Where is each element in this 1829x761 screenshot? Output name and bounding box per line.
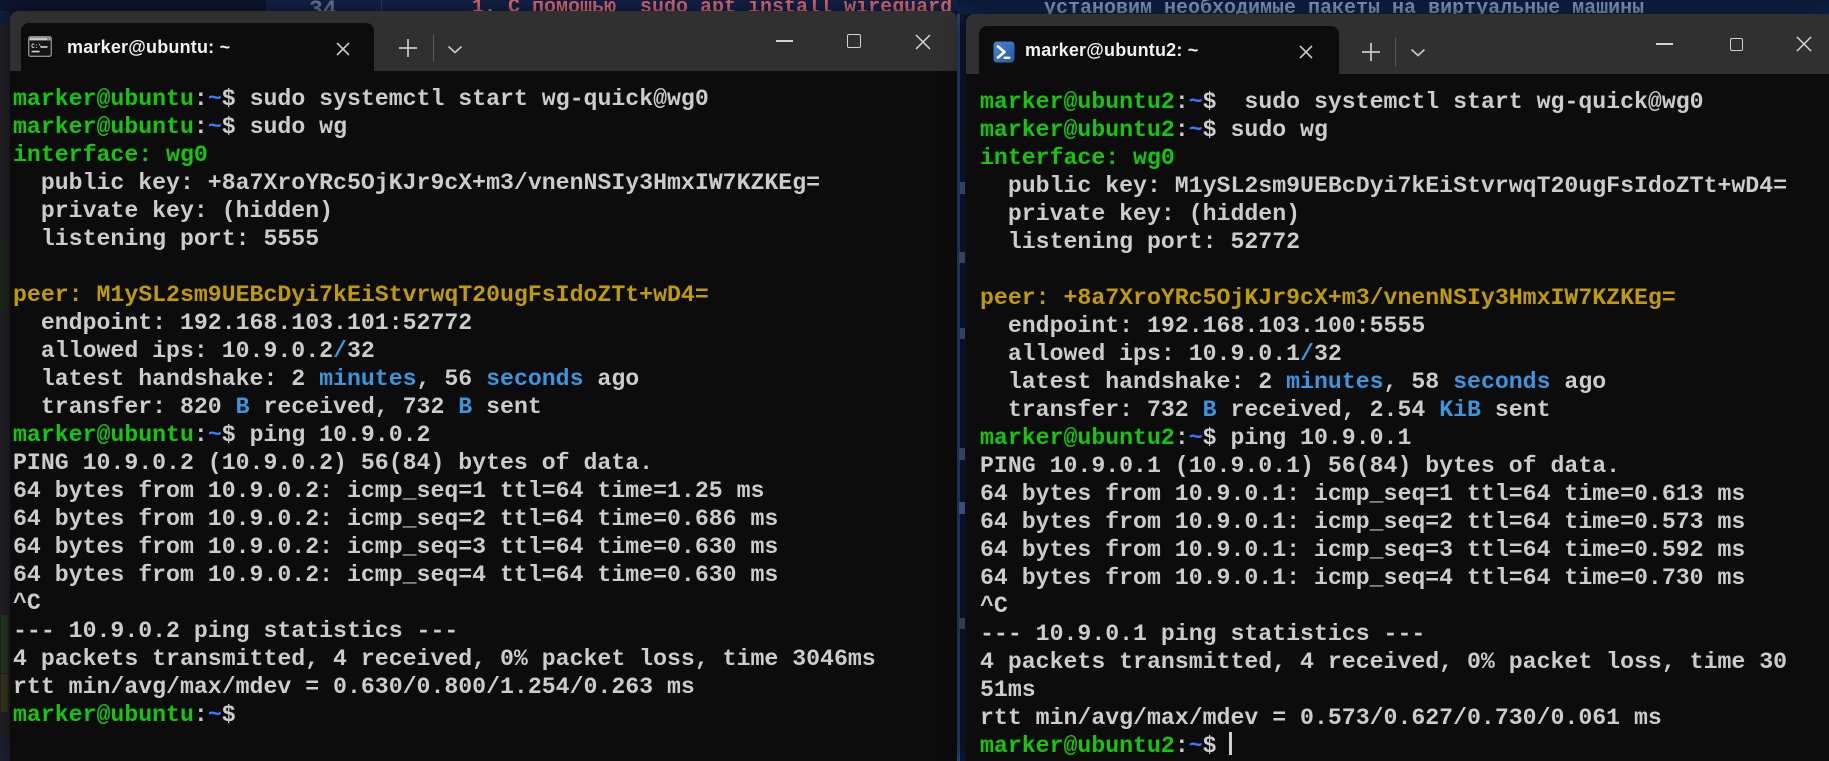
svg-text:C:\: C:\ xyxy=(31,43,42,50)
